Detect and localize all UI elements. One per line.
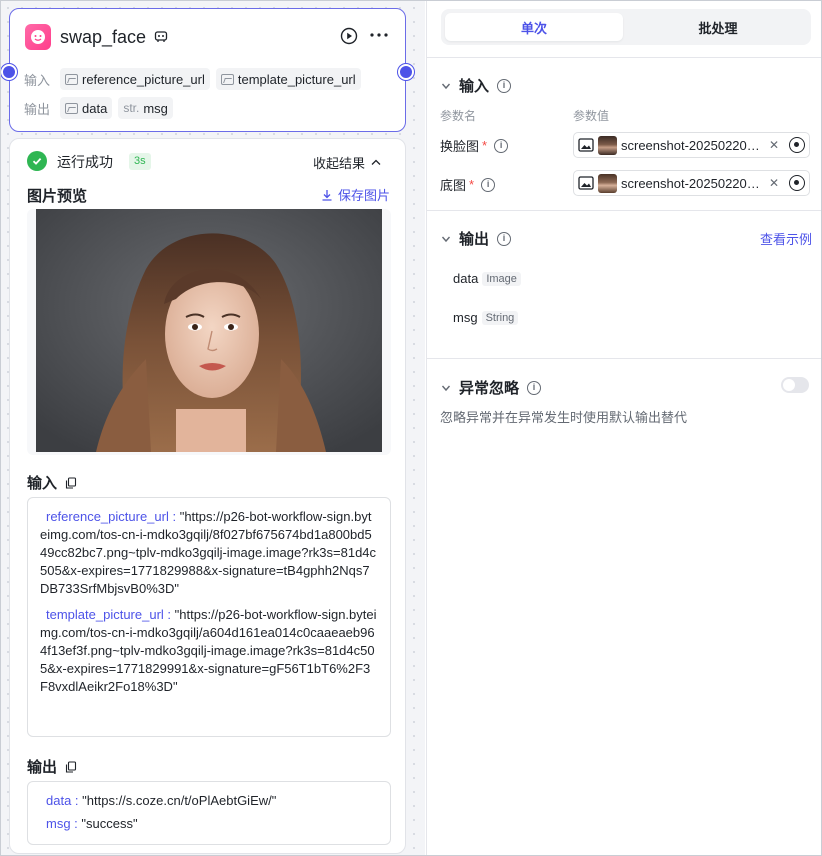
node-title: swap_face — [60, 27, 147, 47]
run-result-panel: 运行成功 3s 收起结果 图片预览 保存图片 输入 reference_pict… — [9, 138, 406, 854]
chevron-down-icon — [441, 236, 451, 242]
clear-file-icon[interactable]: ✕ — [769, 138, 779, 152]
inputs-label: 输入 — [24, 72, 51, 88]
variable-ref-icon[interactable] — [789, 175, 806, 191]
param-label-base: 底图 * i — [440, 175, 496, 194]
base-image-field[interactable]: screenshot-20250220-143345.png ✕ — [573, 170, 810, 196]
more-options-icon[interactable] — [369, 25, 389, 45]
tab-batch[interactable]: 批处理 — [629, 13, 807, 41]
exception-section-header[interactable]: 异常忽略 i — [441, 377, 542, 398]
input-key: template_picture_url — [46, 607, 164, 622]
output-field-name: data — [453, 271, 479, 286]
run-status-text: 运行成功 — [57, 154, 113, 170]
output-tag: str. msg — [118, 97, 173, 119]
swap-face-node[interactable]: swap_face 输入 reference_picture_url templ… — [1, 8, 414, 132]
type-tag: String — [481, 310, 519, 325]
type-tag: Image — [482, 271, 521, 286]
image-icon — [220, 73, 234, 85]
output-json-box: data : "https://s.coze.cn/t/oPlAebtGiEw/… — [27, 781, 391, 845]
tab-single[interactable]: 单次 — [445, 13, 623, 41]
output-value: "https://s.coze.cn/t/oPlAebtGiEw/" — [82, 793, 277, 808]
preview-title: 图片预览 — [27, 188, 88, 205]
input-section-header[interactable]: 输入 i — [441, 75, 512, 96]
file-name: screenshot-20250220-143012.png — [621, 137, 763, 153]
output-tag: data — [60, 97, 113, 119]
copy-icon[interactable] — [65, 476, 77, 489]
type-prefix: str. — [123, 101, 140, 115]
variable-ref-icon[interactable] — [789, 137, 806, 153]
output-key: data — [46, 793, 72, 808]
input-tag-label: reference_picture_url — [82, 71, 205, 87]
info-icon[interactable]: i — [481, 177, 496, 192]
copy-icon[interactable] — [65, 760, 77, 773]
image-icon — [65, 102, 78, 114]
info-icon[interactable]: i — [497, 78, 512, 93]
param-value-header: 参数值 — [573, 109, 610, 123]
node-input-port[interactable] — [1, 64, 17, 80]
success-check-icon — [27, 151, 47, 171]
divider — [427, 358, 822, 359]
input-tag: reference_picture_url — [60, 68, 210, 90]
chevron-down-icon — [441, 385, 451, 391]
run-node-button[interactable] — [340, 27, 358, 45]
duration-badge: 3s — [129, 153, 151, 170]
exception-section-title: 异常忽略 — [459, 380, 520, 397]
output-field-msg: msg String — [453, 310, 519, 325]
info-icon[interactable]: i — [494, 138, 509, 153]
input-section-title: 输入 — [459, 78, 490, 95]
output-value: "success" — [81, 816, 138, 831]
chevron-up-icon — [371, 159, 381, 165]
chevron-down-icon — [441, 83, 451, 89]
output-tag-label: data — [82, 100, 108, 116]
input-json-box: reference_picture_url : "https://p26-bot… — [27, 497, 391, 737]
face-image-field[interactable]: screenshot-20250220-143012.png ✕ — [573, 132, 810, 158]
face-icon — [25, 24, 51, 50]
run-mode-tabs: 单次 批处理 — [441, 9, 811, 45]
output-item: data : "https://s.coze.cn/t/oPlAebtGiEw/… — [46, 793, 277, 808]
node-inputs-row: 输入 reference_picture_url template_pictur… — [24, 68, 361, 90]
download-icon — [322, 189, 332, 201]
node-output-port[interactable] — [398, 64, 414, 80]
output-field-data: data Image — [453, 271, 521, 286]
input-section-title: 输入 — [27, 472, 77, 493]
plugin-badge-icon — [154, 29, 170, 45]
info-icon[interactable]: i — [527, 380, 542, 395]
output-item: msg : "success" — [46, 816, 138, 831]
input-tag: template_picture_url — [215, 68, 361, 90]
file-thumbnail — [598, 173, 617, 193]
image-upload-icon[interactable] — [578, 176, 594, 190]
node-outputs-row: 输出 data str. msg — [24, 97, 173, 119]
output-section-title: 输出 — [459, 231, 490, 248]
output-section-title: 输出 — [27, 756, 77, 777]
input-item: reference_picture_url : "https://p26-bot… — [40, 509, 377, 596]
param-name-header: 参数名 — [440, 109, 477, 123]
divider — [427, 210, 822, 211]
collapse-label: 收起结果 — [313, 156, 366, 171]
exception-description: 忽略异常并在异常发生时使用默认输出替代 — [440, 410, 688, 425]
input-key: reference_picture_url — [46, 509, 169, 524]
see-example-link[interactable]: 查看示例 — [760, 229, 812, 248]
image-icon — [65, 73, 78, 85]
input-tag-label: template_picture_url — [237, 71, 356, 87]
result-image[interactable] — [36, 209, 382, 452]
param-label-face: 换脸图 * i — [440, 136, 509, 155]
save-image-label: 保存图片 — [338, 188, 391, 203]
file-thumbnail — [598, 135, 617, 155]
file-name: screenshot-20250220-143345.png — [621, 175, 763, 191]
image-upload-icon[interactable] — [578, 138, 594, 152]
divider — [427, 57, 822, 58]
output-tag-label: msg — [143, 100, 168, 116]
ignore-exception-toggle[interactable] — [781, 377, 809, 393]
input-item: template_picture_url : "https://p26-bot-… — [40, 607, 377, 694]
output-section-header[interactable]: 输出 i — [441, 228, 512, 249]
workflow-canvas[interactable]: swap_face 输入 reference_picture_url templ… — [1, 1, 425, 855]
clear-file-icon[interactable]: ✕ — [769, 176, 779, 190]
output-field-name: msg — [453, 310, 478, 325]
test-run-panel: 单次 批处理 输入 i 参数名 参数值 换脸图 * i screenshot-20… — [426, 1, 822, 855]
save-image-button[interactable]: 保存图片 — [321, 185, 390, 204]
info-icon[interactable]: i — [497, 231, 512, 246]
output-key: msg — [46, 816, 71, 831]
outputs-label: 输出 — [24, 101, 51, 117]
collapse-result-button[interactable]: 收起结果 — [313, 153, 381, 172]
